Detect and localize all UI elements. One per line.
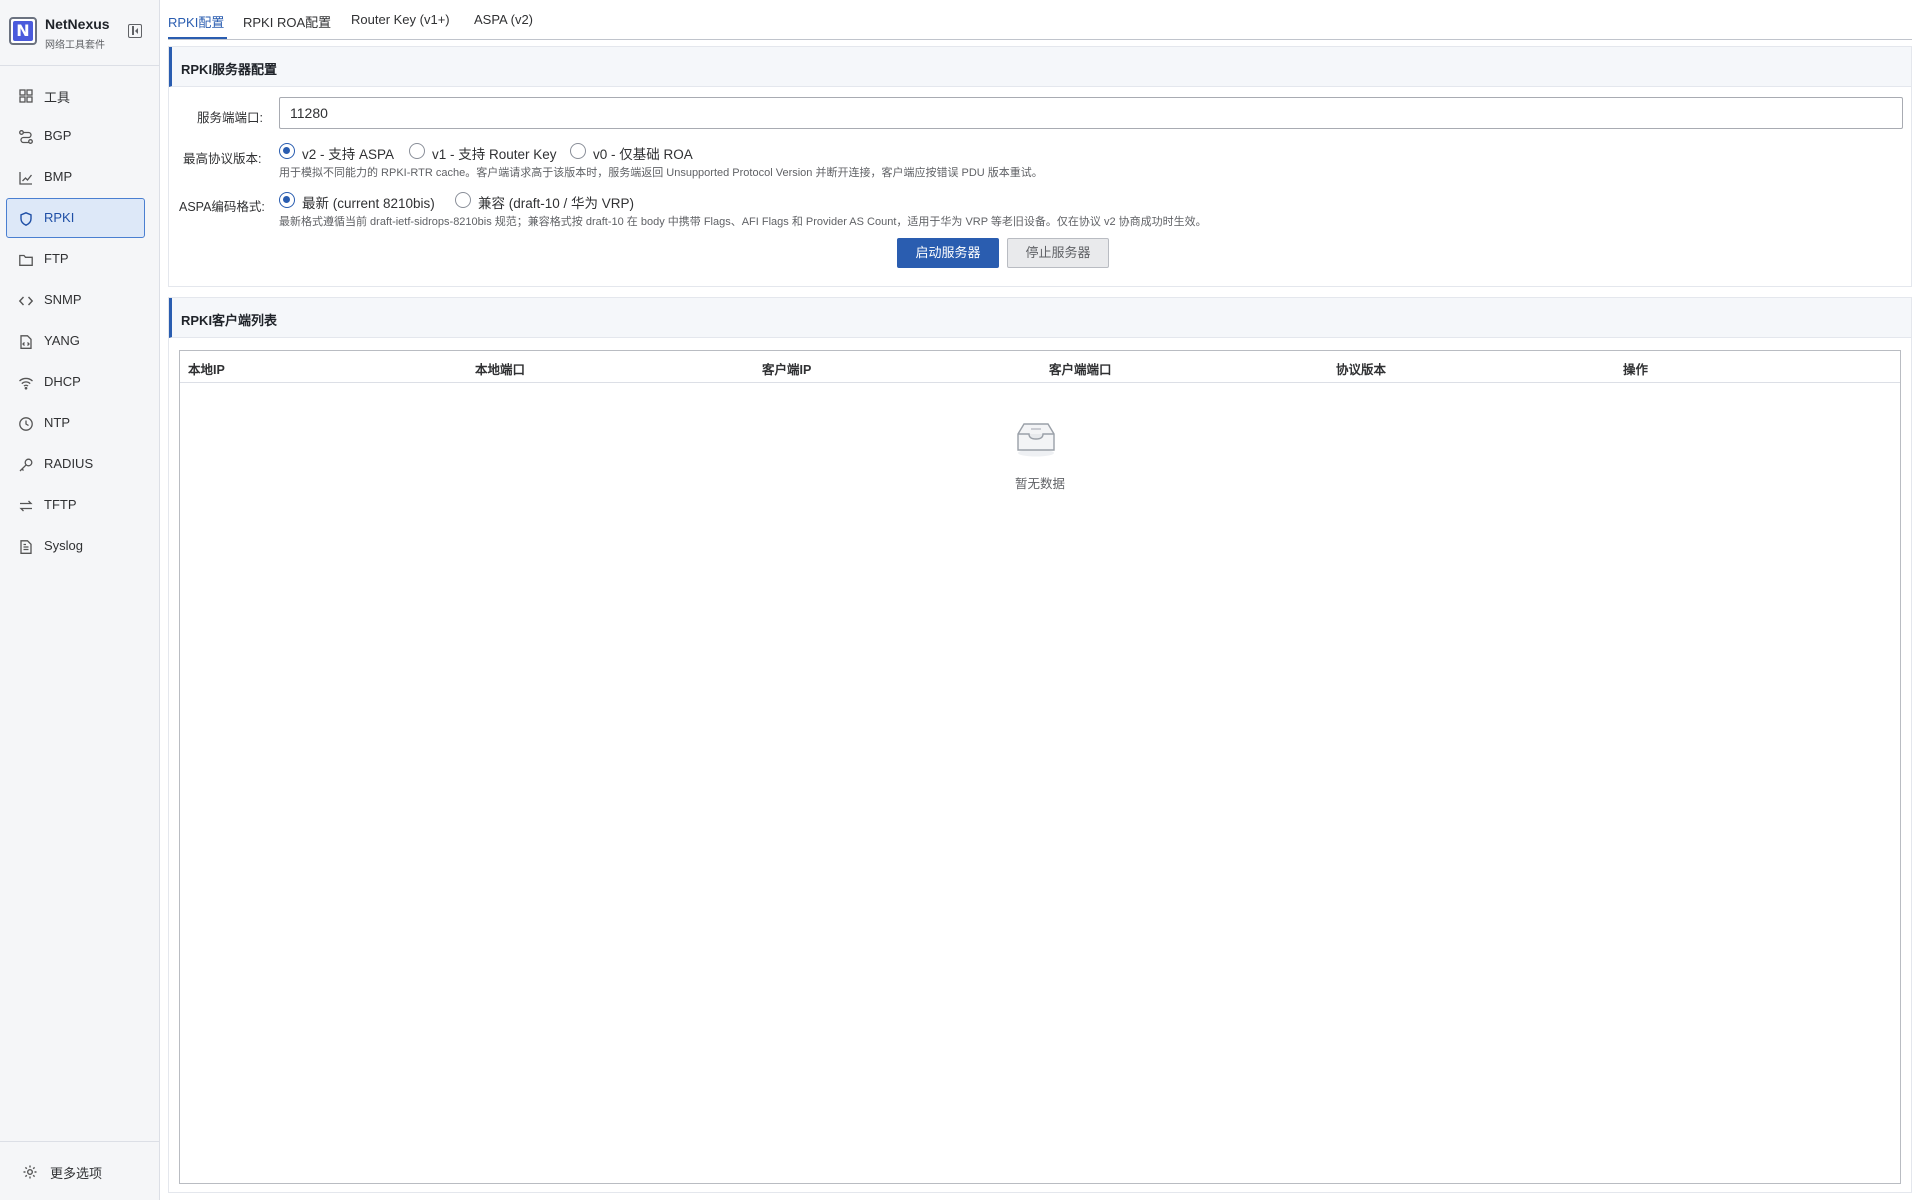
radio-label: v1 - 支持 Router Key xyxy=(432,147,557,162)
sidebar-item-snmp[interactable]: SNMP xyxy=(6,280,145,320)
tab-aspa[interactable]: ASPA (v2) xyxy=(474,12,533,27)
chart-icon xyxy=(18,170,34,186)
client-list-panel: RPKI客户端列表 本地IP 本地端口 客户端IP 客户端端口 协议版本 操作 … xyxy=(168,297,1912,1193)
aspa-current-radio[interactable]: 最新 (current 8210bis) xyxy=(279,190,449,211)
sidebar: N NetNexus 网络工具套件 工具 BGP BMP RPKI FTP SN… xyxy=(0,0,160,1200)
column-header-client-port: 客户端端口 xyxy=(1049,363,1112,377)
sidebar-item-label: NTP xyxy=(44,415,70,430)
panel-title: RPKI服务器配置 xyxy=(181,62,278,77)
tab-router-key[interactable]: Router Key (v1+) xyxy=(351,12,450,27)
sidebar-item-bgp[interactable]: BGP xyxy=(6,116,145,156)
protocol-v1-radio[interactable]: v1 - 支持 Router Key xyxy=(409,141,564,162)
empty-inbox-icon xyxy=(1014,420,1058,458)
more-options-button[interactable]: 更多选项 xyxy=(0,1141,160,1200)
wifi-icon xyxy=(18,375,34,391)
radio-circle xyxy=(455,192,471,208)
sidebar-item-label: FTP xyxy=(44,251,69,266)
tab-rpki-roa-config[interactable]: RPKI ROA配置 xyxy=(243,12,331,31)
document-icon xyxy=(18,539,34,555)
grid-icon xyxy=(18,88,34,104)
app-name: NetNexus xyxy=(45,16,110,32)
sidebar-item-ntp[interactable]: NTP xyxy=(6,403,145,443)
tab-bar: RPKI配置 RPKI ROA配置 Router Key (v1+) ASPA … xyxy=(168,0,1912,40)
clock-icon xyxy=(18,416,34,432)
client-table: 本地IP 本地端口 客户端IP 客户端端口 协议版本 操作 暂无数据 xyxy=(179,350,1901,1184)
radio-circle xyxy=(279,192,295,208)
port-input[interactable] xyxy=(279,97,1903,129)
panel-header: RPKI服务器配置 xyxy=(169,47,1911,87)
sidebar-item-tftp[interactable]: TFTP xyxy=(6,485,145,525)
panel-title: RPKI客户端列表 xyxy=(181,313,278,328)
aspa-encoding-label: ASPA编码格式: xyxy=(179,200,265,214)
swap-icon xyxy=(18,498,34,514)
file-code-icon xyxy=(18,334,34,350)
brand-header: N NetNexus 网络工具套件 xyxy=(0,0,159,66)
sidebar-item-label: BGP xyxy=(44,128,72,143)
sidebar-item-label: Syslog xyxy=(44,538,84,553)
radio-label: v2 - 支持 ASPA xyxy=(302,147,395,162)
aspa-hint: 最新格式遵循当前 draft-ietf-sidrops-8210bis 规范；兼… xyxy=(279,216,1207,228)
sidebar-item-label: 工具 xyxy=(44,90,71,105)
port-label: 服务端端口: xyxy=(197,111,263,125)
radio-label: 最新 (current 8210bis) xyxy=(302,196,435,211)
sidebar-nav: 工具 BGP BMP RPKI FTP SNMP YANG DHCP NTP R… xyxy=(0,74,160,567)
column-header-local-port: 本地端口 xyxy=(475,363,526,377)
empty-state-text: 暂无数据 xyxy=(1014,477,1065,491)
server-config-panel: RPKI服务器配置 服务端端口: 最高协议版本: v2 - 支持 ASPA v1… xyxy=(168,46,1912,287)
protocol-v0-radio[interactable]: v0 - 仅基础 ROA xyxy=(570,141,710,162)
sidebar-item-label: RPKI xyxy=(44,210,75,225)
sidebar-item-label: BMP xyxy=(44,169,73,184)
code-icon xyxy=(18,293,34,309)
radio-circle xyxy=(279,143,295,159)
radio-circle xyxy=(409,143,425,159)
protocol-hint: 用于模拟不同能力的 RPKI-RTR cache。客户端请求高于该版本时，服务端… xyxy=(279,167,1043,179)
sidebar-item-dhcp[interactable]: DHCP xyxy=(6,362,145,402)
sidebar-item-syslog[interactable]: Syslog xyxy=(6,526,145,566)
sidebar-item-label: RADIUS xyxy=(44,456,94,471)
sidebar-item-bmp[interactable]: BMP xyxy=(6,157,145,197)
gear-icon xyxy=(22,1164,37,1179)
app-subtitle: 网络工具套件 xyxy=(45,40,105,51)
app-logo-icon: N xyxy=(9,17,37,45)
tab-rpki-config[interactable]: RPKI配置 xyxy=(168,12,224,31)
radio-circle xyxy=(570,143,586,159)
sidebar-item-label: YANG xyxy=(44,333,80,348)
table-header: 本地IP 本地端口 客户端IP 客户端端口 协议版本 操作 xyxy=(180,351,1900,383)
sidebar-item-radius[interactable]: RADIUS xyxy=(6,444,145,484)
logo-letter: N xyxy=(13,21,33,41)
radio-label: 兼容 (draft-10 / 华为 VRP) xyxy=(478,196,635,211)
sidebar-item-label: TFTP xyxy=(44,497,77,512)
sidebar-item-ftp[interactable]: FTP xyxy=(6,239,145,279)
route-icon xyxy=(18,129,34,145)
panel-header: RPKI客户端列表 xyxy=(169,298,1911,338)
key-icon xyxy=(18,457,34,473)
column-header-local-ip: 本地IP xyxy=(188,363,225,377)
aspa-compat-radio[interactable]: 兼容 (draft-10 / 华为 VRP) xyxy=(455,190,655,211)
protocol-version-label: 最高协议版本: xyxy=(183,152,262,166)
radio-label: v0 - 仅基础 ROA xyxy=(593,147,693,162)
sidebar-item-yang[interactable]: YANG xyxy=(6,321,145,361)
start-server-button[interactable]: 启动服务器 xyxy=(897,238,999,268)
folder-icon xyxy=(18,252,34,268)
more-options-label: 更多选项 xyxy=(50,1166,103,1181)
active-tab-indicator xyxy=(168,37,227,39)
shield-icon xyxy=(18,211,34,227)
sidebar-item-tools[interactable]: 工具 xyxy=(6,75,145,115)
sidebar-item-label: SNMP xyxy=(44,292,82,307)
column-header-protocol-version: 协议版本 xyxy=(1336,363,1387,377)
column-header-client-ip: 客户端IP xyxy=(762,363,812,377)
stop-server-button[interactable]: 停止服务器 xyxy=(1007,238,1109,268)
sidebar-collapse-icon[interactable] xyxy=(128,24,142,38)
column-header-actions: 操作 xyxy=(1623,363,1649,377)
sidebar-item-rpki[interactable]: RPKI xyxy=(6,198,145,238)
sidebar-item-label: DHCP xyxy=(44,374,81,389)
protocol-v2-radio[interactable]: v2 - 支持 ASPA xyxy=(279,141,404,162)
